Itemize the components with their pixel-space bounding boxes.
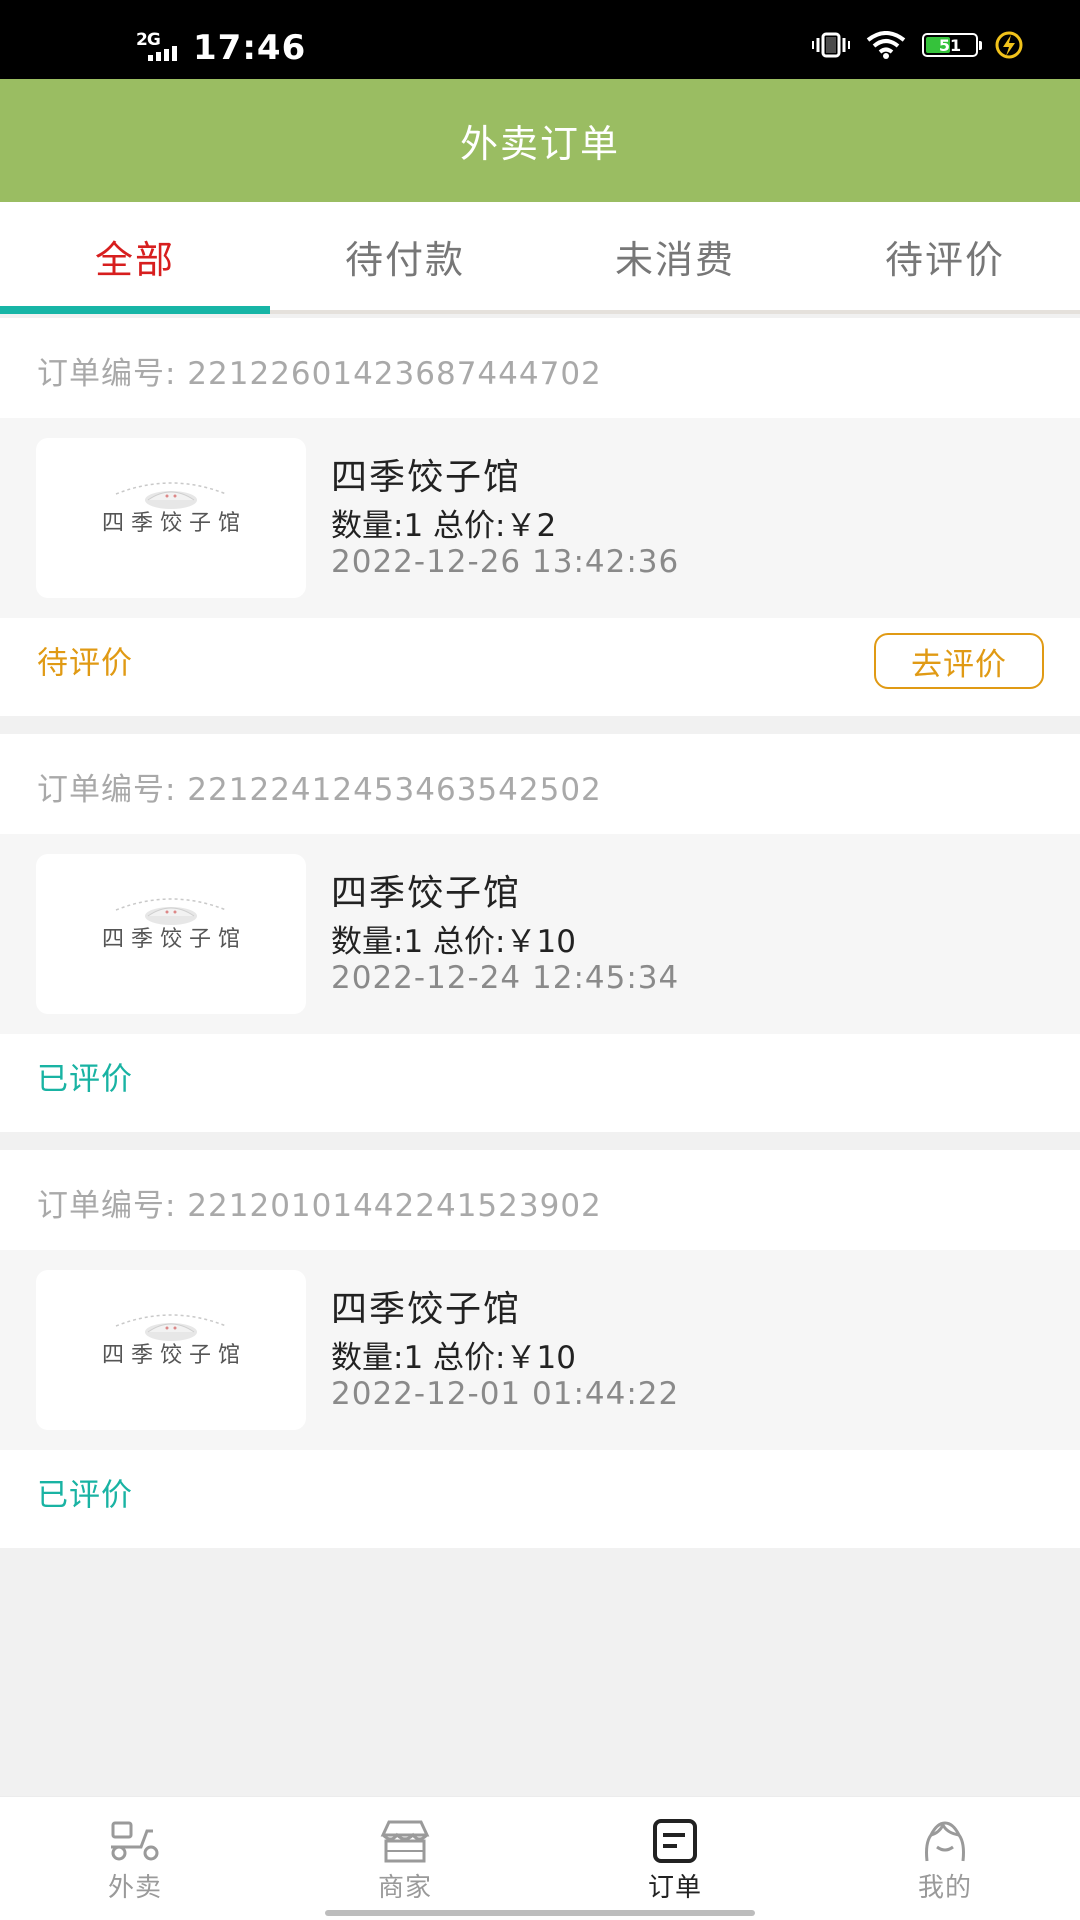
- review-button[interactable]: 去评价: [874, 633, 1044, 689]
- order-number: 订单编号: 22122412453463542502: [37, 772, 602, 808]
- dumpling-logo-icon: 四 季 饺 子 馆: [102, 1314, 240, 1368]
- order-status: 待评价: [37, 645, 133, 682]
- store-icon: [380, 1820, 430, 1863]
- order-number: 订单编号: 22122601423687444702: [37, 356, 602, 392]
- tab-all[interactable]: 全部: [0, 202, 270, 314]
- order-time: 2022-12-01 01:44:22: [331, 1376, 680, 1412]
- order-tabs: 全部 待付款 未消费 待评价: [0, 202, 1080, 314]
- status-time: 17:46: [193, 28, 307, 68]
- page-title: 外卖订单: [0, 79, 1080, 202]
- nav-label: 商家: [377, 1873, 432, 1903]
- vibrate-icon: [812, 32, 850, 58]
- order-card[interactable]: 订单编号: 22122601423687444702 四 季 饺 子 馆 四季饺…: [0, 318, 1080, 716]
- order-card[interactable]: 订单编号: 22120101442241523902 四 季 饺 子 馆 四季饺…: [0, 1150, 1080, 1548]
- nav-label: 我的: [917, 1873, 972, 1903]
- charging-icon: [995, 31, 1023, 59]
- shop-logo: 四 季 饺 子 馆: [36, 1270, 306, 1430]
- svg-text:四 季 饺 子 馆: 四 季 饺 子 馆: [102, 927, 240, 952]
- shop-name: 四季饺子馆: [331, 457, 522, 498]
- nav-takeout[interactable]: 外卖: [0, 1797, 270, 1920]
- order-body[interactable]: 四 季 饺 子 馆 四季饺子馆 数量:1 总价:￥10 2022-12-24 1…: [0, 834, 1080, 1034]
- wifi-icon: [866, 31, 906, 59]
- nav-orders[interactable]: 订单: [540, 1797, 810, 1920]
- svg-text:四 季 饺 子 馆: 四 季 饺 子 馆: [102, 511, 240, 536]
- order-quantity-price: 数量:1 总价:￥10: [331, 924, 576, 960]
- nav-label: 外卖: [107, 1873, 162, 1903]
- tab-label: 未消费: [614, 237, 735, 282]
- nav-label: 订单: [647, 1873, 702, 1903]
- order-body[interactable]: 四 季 饺 子 馆 四季饺子馆 数量:1 总价:￥10 2022-12-01 0…: [0, 1250, 1080, 1450]
- tab-unconsumed[interactable]: 未消费: [540, 202, 810, 310]
- status-bar: 2G 17:46 51: [0, 0, 1080, 79]
- dumpling-logo-icon: 四 季 饺 子 馆: [102, 482, 240, 536]
- battery-level: 51: [938, 35, 962, 55]
- shop-logo: 四 季 饺 子 馆: [36, 438, 306, 598]
- order-icon: [653, 1819, 697, 1863]
- dumpling-logo-icon: 四 季 饺 子 馆: [102, 898, 240, 952]
- order-number: 订单编号: 22120101442241523902: [37, 1188, 602, 1224]
- shop-name: 四季饺子馆: [331, 1289, 522, 1330]
- signal-icon: [148, 46, 177, 61]
- order-quantity-price: 数量:1 总价:￥10: [331, 1340, 576, 1376]
- svg-text:四 季 饺 子 馆: 四 季 饺 子 馆: [102, 1343, 240, 1368]
- order-body[interactable]: 四 季 饺 子 馆 四季饺子馆 数量:1 总价:￥2 2022-12-26 13…: [0, 418, 1080, 618]
- page: 2G 17:46 51 外卖订单 全部 待付款 未消费 待评价 订单编号: 22…: [0, 0, 1080, 1920]
- order-time: 2022-12-26 13:42:36: [331, 544, 680, 580]
- shop-logo: 四 季 饺 子 馆: [36, 854, 306, 1014]
- order-card[interactable]: 订单编号: 22122412453463542502 四 季 饺 子 馆 四季饺…: [0, 734, 1080, 1132]
- tab-pending-review[interactable]: 待评价: [810, 202, 1080, 310]
- tab-pending-payment[interactable]: 待付款: [270, 202, 540, 310]
- nav-stores[interactable]: 商家: [270, 1797, 540, 1920]
- tab-active-indicator: [0, 306, 270, 314]
- tab-label: 待付款: [344, 237, 465, 282]
- tab-label: 待评价: [884, 237, 1005, 282]
- bottom-nav: 外卖 商家 订单 我的: [0, 1796, 1080, 1920]
- shop-name: 四季饺子馆: [331, 873, 522, 914]
- order-time: 2022-12-24 12:45:34: [331, 960, 680, 996]
- tab-label: 全部: [94, 237, 175, 282]
- nav-profile[interactable]: 我的: [810, 1797, 1080, 1920]
- order-quantity-price: 数量:1 总价:￥2: [331, 508, 557, 544]
- battery-icon: 51: [922, 33, 982, 57]
- profile-icon: [925, 1821, 965, 1862]
- home-indicator[interactable]: [325, 1910, 755, 1916]
- status-icons: 51: [812, 30, 1024, 60]
- order-status: 已评价: [37, 1061, 133, 1098]
- order-status: 已评价: [37, 1477, 133, 1514]
- scooter-icon: [111, 1821, 159, 1861]
